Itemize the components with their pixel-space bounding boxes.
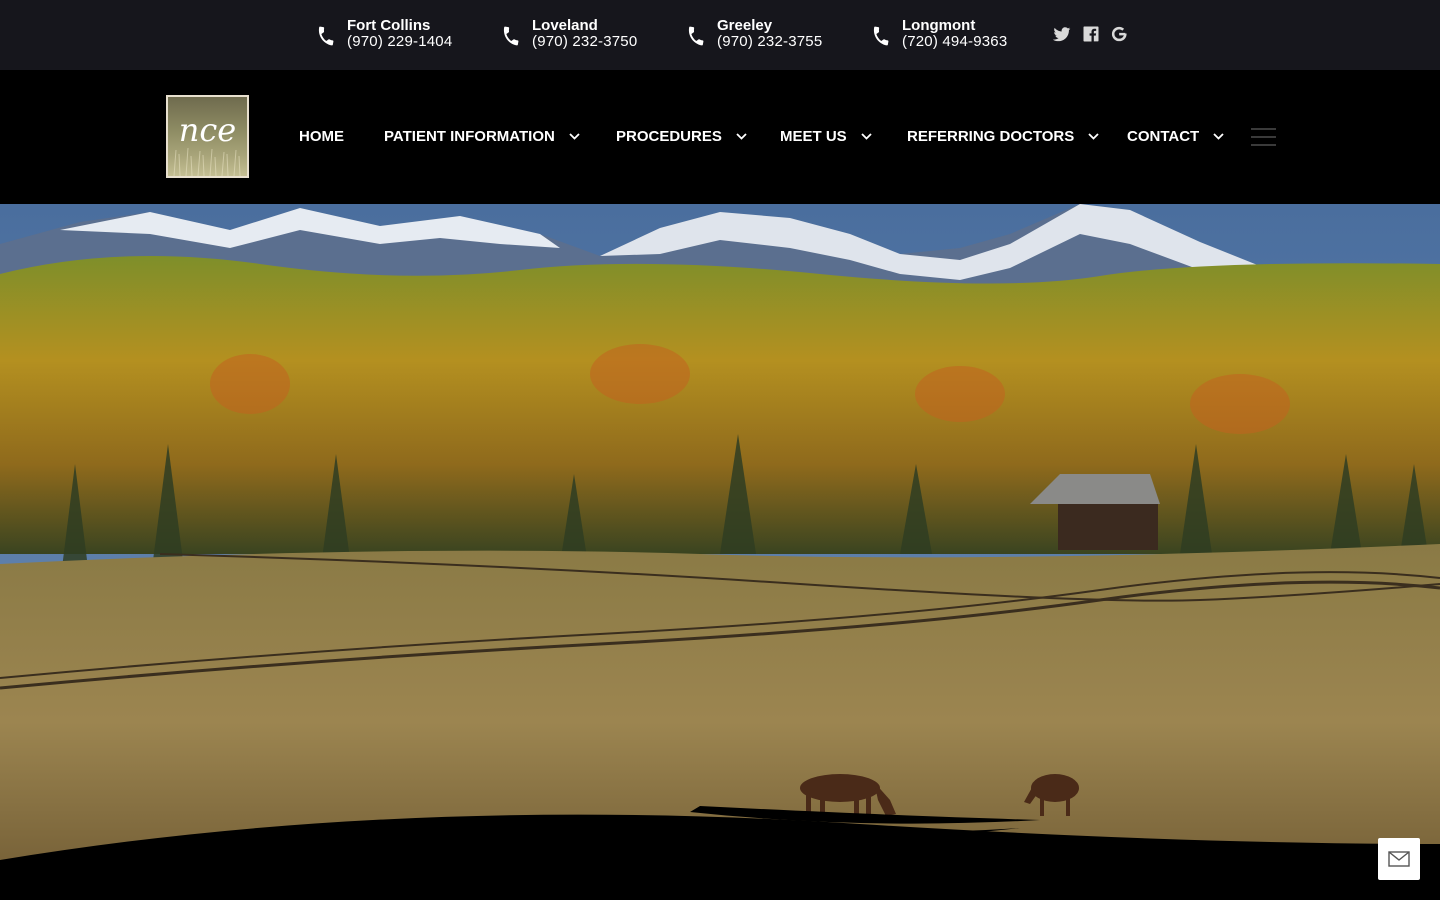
- phone-icon: [688, 26, 704, 46]
- nav-patient-information[interactable]: PATIENT INFORMATION: [384, 128, 580, 145]
- mail-icon: [1388, 851, 1410, 867]
- location-phone[interactable]: (720) 494-9363: [902, 34, 1007, 50]
- google-icon[interactable]: [1109, 24, 1129, 44]
- location-greeley[interactable]: Greeley (970) 232-3755: [685, 18, 822, 54]
- location-phone[interactable]: (970) 232-3755: [717, 34, 822, 50]
- location-phone[interactable]: (970) 232-3750: [532, 34, 637, 50]
- location-city: Greeley: [717, 17, 773, 34]
- email-contact-button[interactable]: [1378, 838, 1420, 880]
- location-city: Loveland: [532, 17, 598, 34]
- logo-grass-graphic: [173, 147, 241, 176]
- top-contact-bar: Fort Collins (970) 229-1404 Loveland (97…: [0, 0, 1440, 70]
- nav-patient-information-label: PATIENT INFORMATION: [384, 128, 555, 145]
- location-longmont[interactable]: Longmont (720) 494-9363: [870, 18, 1007, 54]
- location-fort-collins[interactable]: Fort Collins (970) 229-1404: [315, 18, 452, 54]
- hero-landscape-image: [0, 204, 1440, 900]
- hamburger-menu-icon[interactable]: [1251, 128, 1276, 146]
- facebook-icon[interactable]: [1081, 24, 1101, 44]
- chevron-down-icon: [736, 133, 747, 140]
- nav-procedures[interactable]: PROCEDURES: [616, 128, 747, 145]
- nav-home[interactable]: HOME: [299, 128, 344, 145]
- chevron-down-icon: [569, 133, 580, 140]
- nav-procedures-label: PROCEDURES: [616, 128, 722, 145]
- site-logo[interactable]: nce: [166, 95, 249, 178]
- chevron-down-icon: [1088, 133, 1099, 140]
- nav-meet-us[interactable]: MEET US: [780, 128, 872, 145]
- nav-home-label: HOME: [299, 128, 344, 145]
- phone-icon: [318, 26, 334, 46]
- location-phone[interactable]: (970) 229-1404: [347, 34, 452, 50]
- hero-illustration: [0, 204, 1440, 900]
- location-city: Fort Collins: [347, 17, 431, 34]
- nav-meet-us-label: MEET US: [780, 128, 847, 145]
- chevron-down-icon: [861, 133, 872, 140]
- main-navigation: nce HOME PATIENT INFORMATION PROCEDURES …: [0, 70, 1440, 204]
- phone-icon: [873, 26, 889, 46]
- nav-contact-label: CONTACT: [1127, 128, 1200, 145]
- nav-referring-doctors[interactable]: REFERRING DOCTORS: [907, 128, 1099, 145]
- location-loveland[interactable]: Loveland (970) 232-3750: [500, 18, 637, 54]
- chevron-down-icon: [1213, 133, 1224, 140]
- location-city: Longmont: [902, 17, 976, 34]
- nav-contact[interactable]: CONTACT: [1127, 128, 1224, 145]
- phone-icon: [503, 26, 519, 46]
- nav-referring-doctors-label: REFERRING DOCTORS: [907, 128, 1075, 145]
- logo-text: nce: [178, 111, 237, 149]
- twitter-icon[interactable]: [1052, 24, 1072, 44]
